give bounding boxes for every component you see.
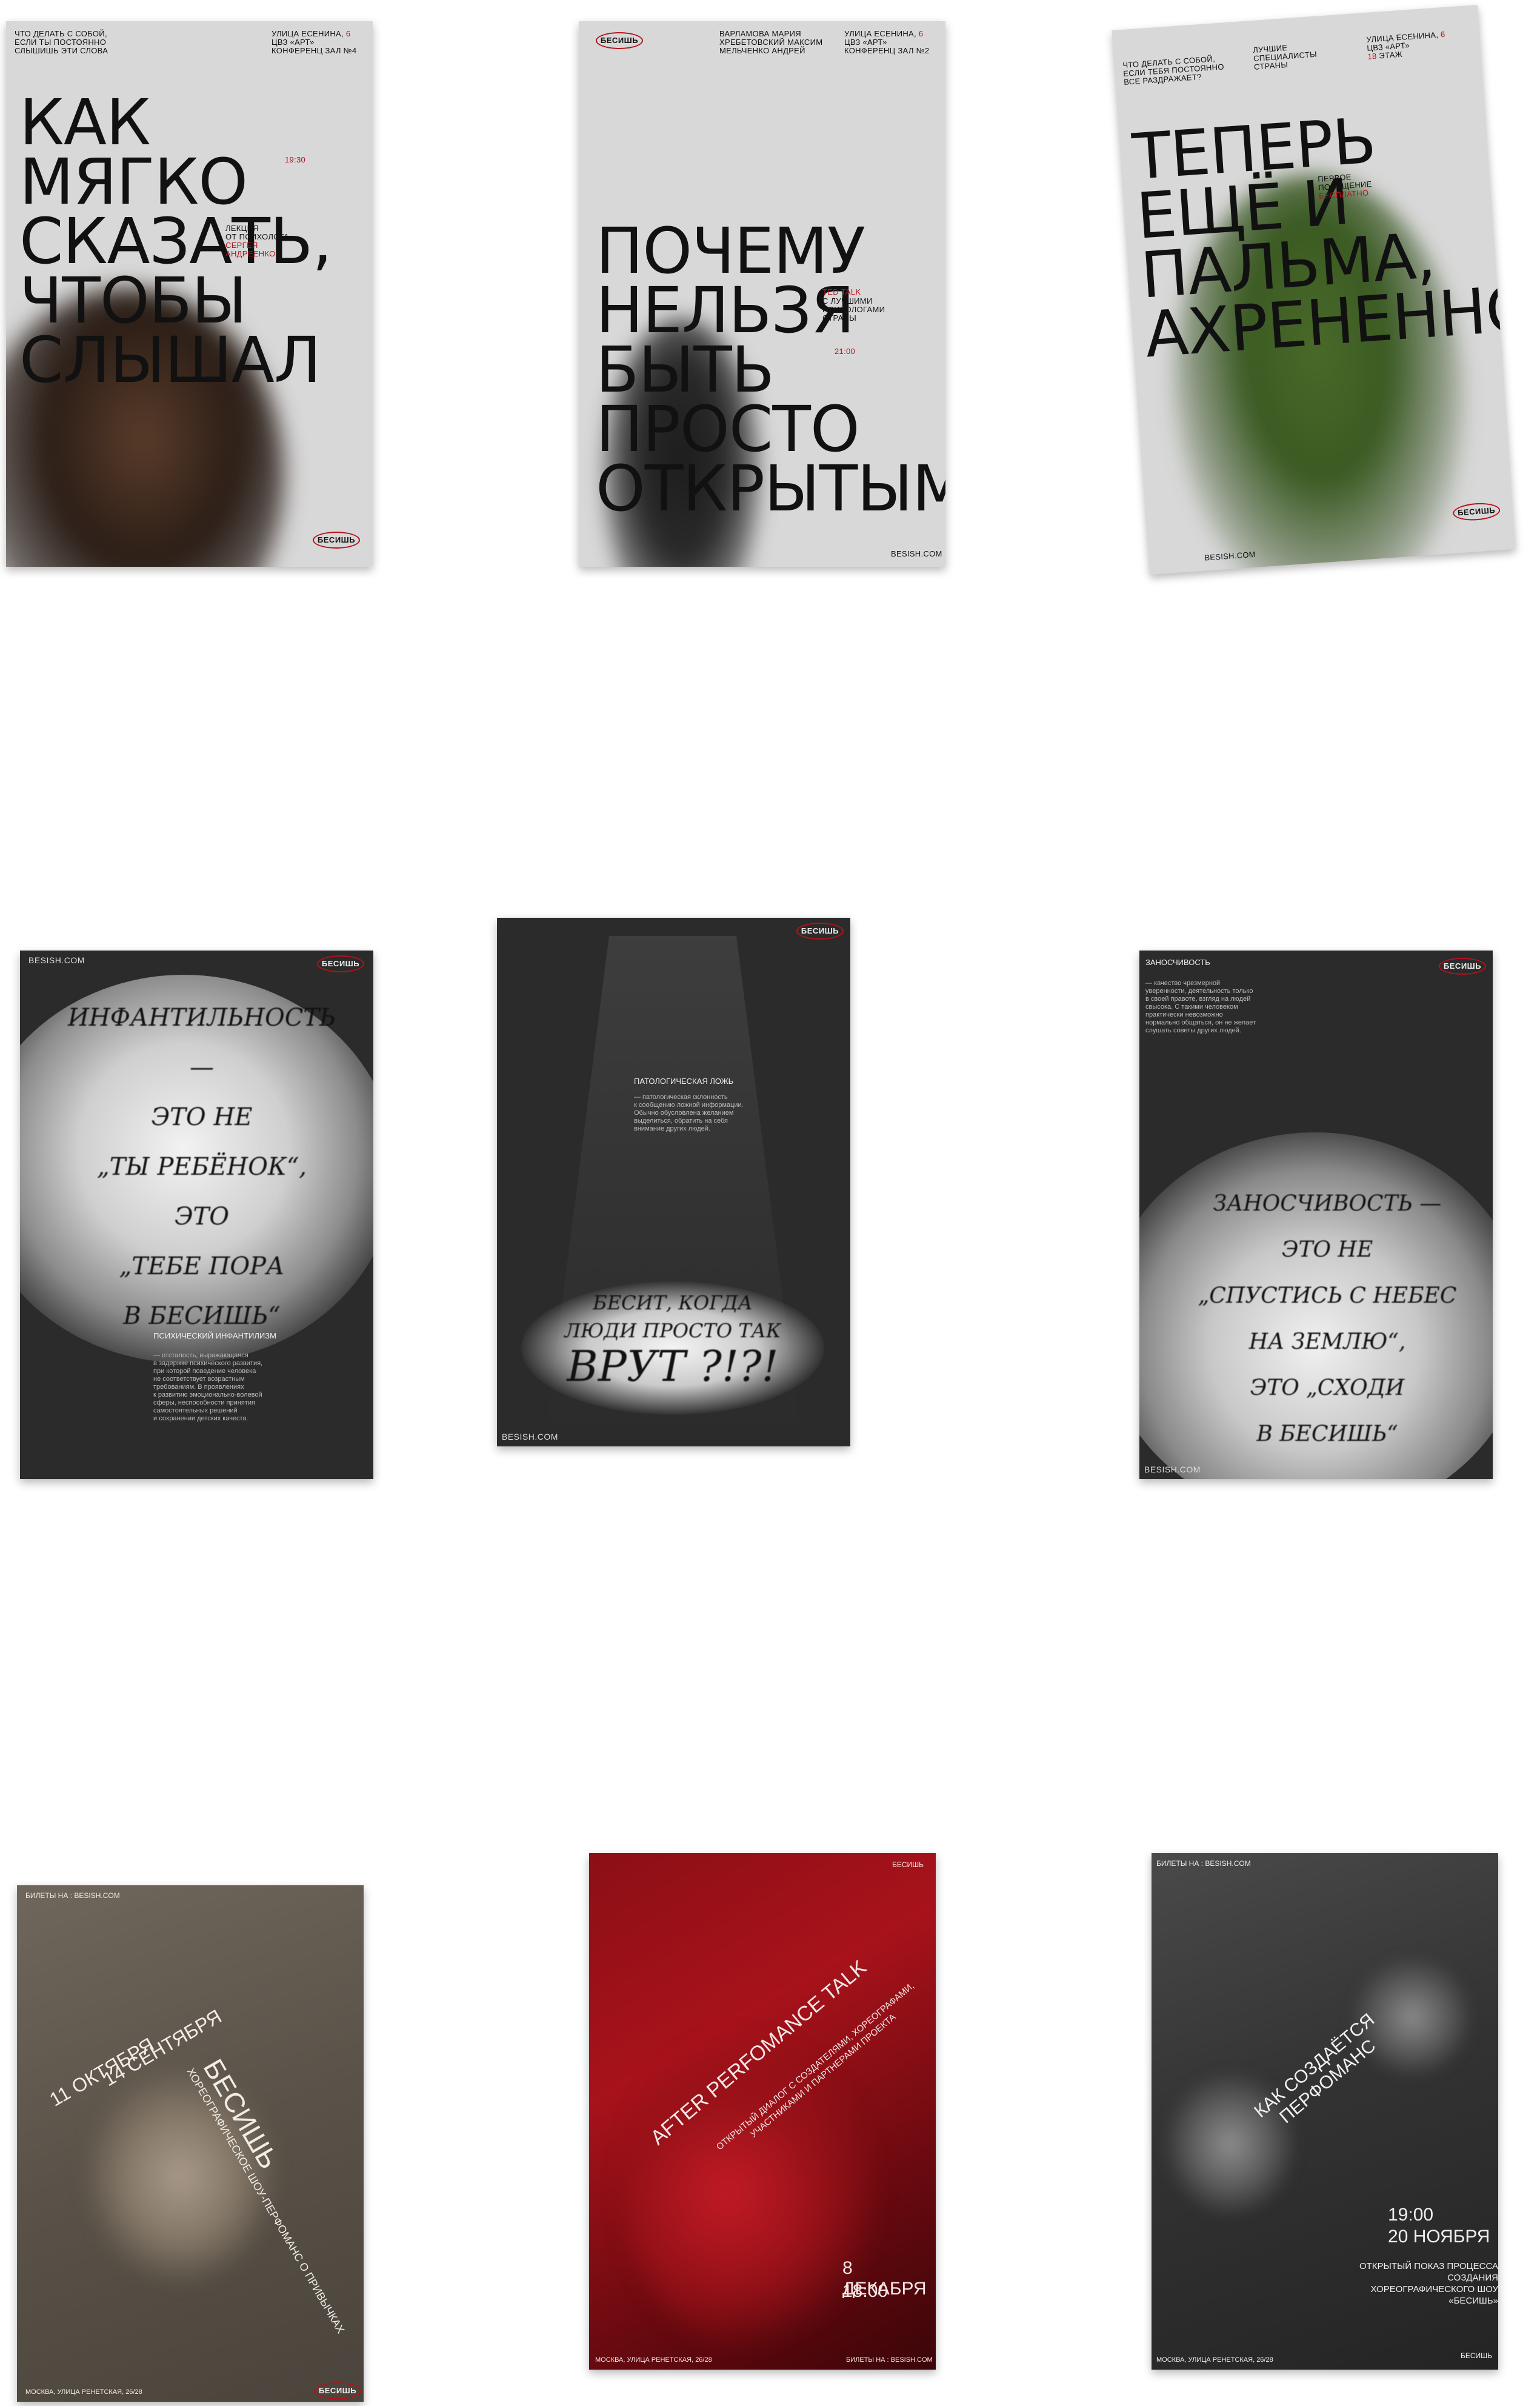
event-time: 21:00 xyxy=(835,347,856,356)
site-url: BESISH.COM xyxy=(891,549,942,558)
term-title: ПАТОЛОГИЧЕСКАЯ ЛОЖЬ xyxy=(634,1077,734,1086)
address-text: МОСКВА, УЛИЦА РЕНЕТСКАЯ, 26/28 xyxy=(25,2388,142,2396)
site-url: BESISH.COM xyxy=(1144,1465,1201,1474)
specialists-text: ЛУЧШИЕ СПЕЦИАЛИСТЫ СТРАНЫ xyxy=(1252,43,1318,72)
event-date: 20 НОЯБРЯ xyxy=(1388,2227,1490,2247)
question-text: ЧТО ДЕЛАТЬ С СОБОЙ, ЕСЛИ ТЫ ПОСТОЯННО СЛ… xyxy=(15,29,108,55)
besish-logo: БЕСИШЬ xyxy=(596,32,643,49)
handwritten-quote: ЗАНОСЧИВОСТЬ — ЭТО НЕ „СПУСТИСЬ С НЕБЕС … xyxy=(1198,1191,1457,1446)
poster-palm: ЧТО ДЕЛАТЬ С СОБОЙ, ЕСЛИ ТЕБЯ ПОСТОЯННО … xyxy=(1112,4,1516,575)
site-url: BESISH.COM xyxy=(502,1432,558,1442)
poster-soft-speech: ЧТО ДЕЛАТЬ С СОБОЙ, ЕСЛИ ТЫ ПОСТОЯННО СЛ… xyxy=(6,21,373,567)
speakers-list: ВАРЛАМОВА МАРИЯ ХРЕБЕТОВСКИЙ МАКСИМ МЕЛЬ… xyxy=(719,29,823,55)
besish-logo: БЕСИШЬ xyxy=(796,923,844,940)
lecture-label: ЛЕКЦИЯ ОТ ПСИХОЛОГА xyxy=(225,224,290,241)
event-time: 19:30 xyxy=(285,155,306,164)
poster-after-talk: БЕСИШЬ AFTER PERFOMANCE TALK ОТКРЫТЫЙ ДИ… xyxy=(589,1853,936,2370)
site-url: BESISH.COM xyxy=(28,955,85,965)
tickets-text: БИЛЕТЫ НА : BESISH.COM xyxy=(25,1891,120,1900)
poster-how-performance: БИЛЕТЫ НА : BESISH.COM КАК СОЗДАЁТСЯ ПЕР… xyxy=(1152,1853,1498,2370)
poster-pathological-lie: БЕСИШЬ ПАТОЛОГИЧЕСКАЯ ЛОЖЬ — патологичес… xyxy=(497,918,850,1446)
speaker-name: СЕРГЕЯ АНДРЕЕНКО xyxy=(225,241,276,258)
handwritten-accent: ВРУТ ?!?! xyxy=(567,1342,779,1391)
event-description: ОТКРЫТЫЙ ПОКАЗ ПРОЦЕССА СОЗДАНИЯ ХОРЕОГР… xyxy=(1359,2261,1498,2306)
address-text: УЛИЦА ЕСЕНИНА, 6 ЦВЗ «АРТ» КОНФЕРЕНЦ ЗАЛ … xyxy=(272,29,357,55)
poster-why-not-open: БЕСИШЬ ВАРЛАМОВА МАРИЯ ХРЕБЕТОВСКИЙ МАКС… xyxy=(579,21,945,567)
tickets-text: БИЛЕТЫ НА : BESISH.COM xyxy=(1156,1859,1251,1868)
ted-description: С ЛУЧШИМИ ПСИХОЛОГАМИ СТРАНЫ xyxy=(822,296,885,322)
ted-label: TED TALK xyxy=(822,287,861,296)
term-definition: — патологическая склонность к сообщению … xyxy=(634,1094,744,1132)
besish-logo: БЕСИШЬ xyxy=(1439,958,1486,975)
besish-logo: БЕСИШЬ xyxy=(1452,501,1501,522)
besish-logo: БЕСИШЬ xyxy=(1461,2351,1493,2360)
event-time: 18:00 xyxy=(842,2281,888,2301)
term-definition: — отсталость, выражающаяся в задержке пс… xyxy=(153,1352,263,1422)
poster-choreography-show: БИЛЕТЫ НА : BESISH.COM 14 СЕНТЯБРЯ 11 ОК… xyxy=(17,1885,364,2402)
headline: ТЕПЕРЬ ЕЩЁ И ПАЛЬМА, АХРЕНЕННО xyxy=(1130,103,1516,372)
handwritten-quote: ИНФАНТИЛЬНОСТЬ — ЭТО НЕ „ТЫ РЕБЁНОК“, ЭТ… xyxy=(68,1004,336,1330)
term-title: ЗАНОСЧИВОСТЬ xyxy=(1145,958,1210,967)
address-text: УЛИЦА ЕСЕНИНА, 6 ЦВЗ «АРТ» 18 ЭТАЖ xyxy=(1365,29,1446,61)
address-text: МОСКВА, УЛИЦА РЕНЕТСКАЯ, 26/28 xyxy=(595,2356,712,2364)
besish-logo: БЕСИШЬ xyxy=(313,532,360,549)
headline: КАК МЯГКО СКАЗАТЬ, ЧТОБЫ СЛЫШАЛ xyxy=(19,85,332,397)
address-text: УЛИЦА ЕСЕНИНА, 6 ЦВЗ «АРТ» КОНФЕРЕНЦ ЗАЛ … xyxy=(844,29,930,55)
question-text: ЧТО ДЕЛАТЬ С СОБОЙ, ЕСЛИ ТЕБЯ ПОСТОЯННО … xyxy=(1122,54,1225,87)
event-time: 19:00 xyxy=(1388,2205,1434,2225)
besish-logo: БЕСИШЬ xyxy=(892,1860,924,1869)
poster-arrogance: ЗАНОСЧИВОСТЬ БЕСИШЬ — качество чрезмерно… xyxy=(1139,951,1493,1479)
handwritten-quote: БЕСИТ, КОГДА ЛЮДИ ПРОСТО ТАК xyxy=(564,1291,781,1342)
besish-logo: БЕСИШЬ xyxy=(314,2382,361,2399)
address-text: МОСКВА, УЛИЦА РЕНЕТСКАЯ, 26/28 xyxy=(1156,2356,1273,2364)
term-definition: — качество чрезмерной уверенности, деяте… xyxy=(1145,980,1256,1034)
blurred-red-figure xyxy=(625,2035,880,2350)
headline: ПОЧЕМУ НЕЛЬЗЯ БЫТЬ ПРОСТО ОТКРЫТЫМ xyxy=(596,214,945,526)
besish-logo: БЕСИШЬ xyxy=(317,955,364,972)
term-title: ПСИХИЧЕСКИЙ ИНФАНТИЛИЗМ xyxy=(153,1331,276,1340)
poster-infantilism: BESISH.COM БЕСИШЬ ИНФАНТИЛЬНОСТЬ — ЭТО Н… xyxy=(20,951,373,1479)
tickets-text: БИЛЕТЫ НА : BESISH.COM xyxy=(846,2356,933,2364)
